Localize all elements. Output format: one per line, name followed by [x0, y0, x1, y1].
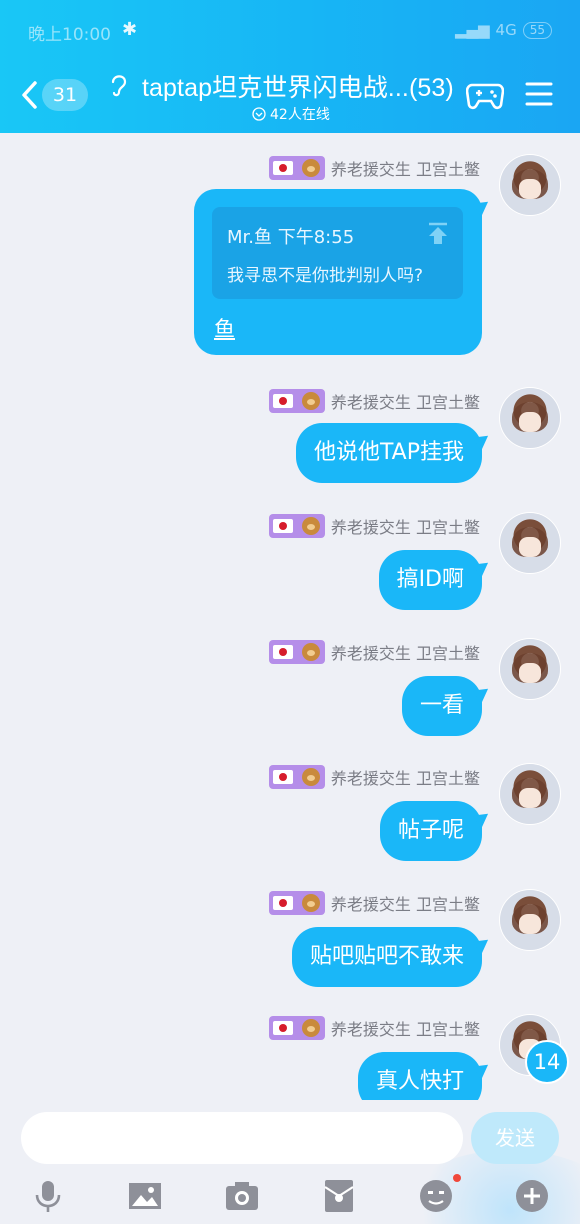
message-bubble[interactable]: 贴吧贴吧不敢来	[291, 927, 482, 987]
chevron-left-icon	[22, 81, 37, 109]
send-button[interactable]: 发送	[471, 1112, 559, 1164]
status-indicators: ▂▄▆ 4G 55	[455, 21, 552, 39]
avatar[interactable]	[500, 890, 560, 950]
monkey-icon	[302, 768, 321, 786]
ear-icon[interactable]	[108, 72, 130, 98]
monkey-icon	[302, 643, 321, 661]
image-icon[interactable]	[127, 1178, 163, 1214]
new-messages-badge[interactable]: 14	[525, 1040, 569, 1084]
japan-flag-icon	[273, 896, 294, 910]
avatar[interactable]	[500, 764, 560, 824]
gamepad-icon[interactable]	[466, 77, 504, 111]
member-badge	[268, 156, 325, 180]
message-text: 一看	[419, 693, 464, 718]
sender-nameplate: 养老援交生 卫宫土鳖	[268, 513, 480, 539]
monkey-icon	[302, 894, 321, 912]
monkey-icon	[302, 1019, 321, 1037]
sender-nameplate: 养老援交生 卫宫土鳖	[268, 155, 480, 181]
chat-header: 晚上10:00 ✱ ▂▄▆ 4G 55 31 taptap坦克世界闪电战...(…	[0, 0, 580, 133]
quoted-message[interactable]: Mr.鱼 下午8:55 我寻思不是你批判别人吗?	[212, 207, 463, 299]
message-text: 真人快打	[375, 1069, 464, 1094]
sender-nameplate: 养老援交生 卫宫土鳖	[268, 890, 480, 916]
message-text: 贴吧贴吧不敢来	[309, 944, 464, 969]
red-packet-icon[interactable]	[321, 1178, 357, 1214]
online-label: 42人在线	[270, 107, 330, 123]
japan-flag-icon	[273, 1021, 294, 1035]
jump-up-icon[interactable]	[427, 221, 449, 245]
signal-icon: ▂▄▆	[454, 21, 490, 39]
member-badge	[268, 891, 325, 915]
group-title[interactable]: taptap坦克世界闪电战...(53)	[142, 68, 454, 104]
japan-flag-icon	[273, 519, 294, 533]
monkey-icon	[302, 517, 321, 535]
sender-name[interactable]: 养老援交生 卫宫土鳖	[331, 1016, 480, 1040]
unread-chats-count: 31	[42, 79, 88, 111]
japan-flag-icon	[273, 770, 294, 784]
message-text: 帖子呢	[397, 818, 464, 843]
bluetooth-icon: ✱	[122, 19, 138, 40]
battery-icon: 55	[522, 21, 552, 39]
member-badge	[268, 514, 325, 538]
japan-flag-icon	[273, 394, 294, 408]
message-text: 他说他TAP挂我	[313, 440, 464, 465]
member-badge	[268, 765, 325, 789]
sender-name[interactable]: 养老援交生 卫宫土鳖	[331, 640, 480, 664]
quote-text: 我寻思不是你批判别人吗?	[227, 266, 424, 286]
monkey-icon	[302, 159, 321, 177]
back-button[interactable]: 31	[20, 78, 94, 112]
message-bubble[interactable]: 帖子呢	[379, 801, 482, 861]
sender-nameplate: 养老援交生 卫宫土鳖	[268, 639, 480, 665]
menu-icon[interactable]	[525, 80, 553, 108]
avatar[interactable]	[500, 513, 560, 573]
message-bubble[interactable]: 他说他TAP挂我	[295, 423, 482, 483]
member-badge	[268, 640, 325, 664]
chevron-down-circle-icon	[252, 107, 266, 121]
online-count[interactable]: 42人在线	[252, 104, 330, 124]
message-text: 鱼	[214, 317, 235, 341]
camera-icon[interactable]	[224, 1178, 260, 1214]
sender-nameplate: 养老援交生 卫宫土鳖	[268, 1015, 480, 1041]
quote-author: Mr.鱼 下午8:55	[227, 227, 355, 248]
input-bar: 发送	[0, 1100, 580, 1224]
message-bubble[interactable]: 一看	[401, 676, 482, 736]
network-label: 4G	[495, 21, 517, 39]
message-bubble[interactable]: 搞ID啊	[378, 550, 482, 610]
notification-dot	[453, 1174, 461, 1182]
sender-name[interactable]: 养老援交生 卫宫土鳖	[331, 156, 480, 180]
sender-nameplate: 养老援交生 卫宫土鳖	[268, 764, 480, 790]
avatar[interactable]	[500, 155, 560, 215]
microphone-icon[interactable]	[30, 1178, 66, 1214]
monkey-icon	[302, 392, 321, 410]
avatar[interactable]	[500, 388, 560, 448]
plus-icon[interactable]	[514, 1178, 550, 1214]
member-badge	[268, 1016, 325, 1040]
sender-name[interactable]: 养老援交生 卫宫土鳖	[331, 389, 480, 413]
member-badge	[268, 389, 325, 413]
japan-flag-icon	[273, 161, 294, 175]
message-input[interactable]	[21, 1112, 463, 1164]
sender-nameplate: 养老援交生 卫宫土鳖	[268, 388, 480, 414]
avatar[interactable]	[500, 639, 560, 699]
message-bubble[interactable]: Mr.鱼 下午8:55 我寻思不是你批判别人吗? 鱼	[194, 189, 482, 355]
message-text: 搞ID啊	[396, 567, 464, 592]
status-time: 晚上10:00	[28, 25, 111, 45]
sender-name[interactable]: 养老援交生 卫宫土鳖	[331, 514, 480, 538]
japan-flag-icon	[273, 645, 294, 659]
sender-name[interactable]: 养老援交生 卫宫土鳖	[331, 891, 480, 915]
sender-name[interactable]: 养老援交生 卫宫土鳖	[331, 765, 480, 789]
emoji-icon[interactable]	[418, 1178, 454, 1214]
